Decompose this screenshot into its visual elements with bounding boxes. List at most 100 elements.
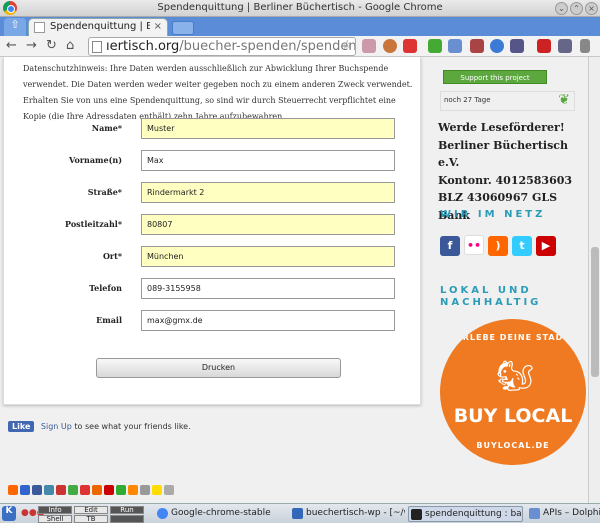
- extension-icon[interactable]: [510, 39, 524, 53]
- print-icon[interactable]: [140, 485, 150, 495]
- ort-input[interactable]: [141, 246, 395, 267]
- window-title: Spendenquittung | Berliner Büchertisch -…: [157, 2, 443, 13]
- pager-desktop-tb[interactable]: TB: [74, 515, 108, 523]
- extension-icon[interactable]: [428, 39, 442, 53]
- share-icon[interactable]: [80, 485, 90, 495]
- eyedropper-extension-icon[interactable]: [470, 39, 484, 53]
- strasse-input[interactable]: [141, 182, 395, 203]
- field-strasse: Straße*: [4, 182, 422, 204]
- home-icon[interactable]: ⌂: [66, 38, 74, 53]
- share-icon[interactable]: [116, 485, 126, 495]
- field-label: Name*: [91, 123, 122, 133]
- new-tab-button[interactable]: [172, 21, 194, 35]
- field-name: Name*: [4, 118, 422, 140]
- extension-badge-icon[interactable]: [403, 39, 417, 53]
- telefon-input[interactable]: [141, 278, 395, 299]
- tab-close-icon[interactable]: ×: [154, 21, 162, 32]
- facebook-signup-link[interactable]: Sign Up: [41, 422, 72, 431]
- task-terminal[interactable]: spendenquittung : bash -: [408, 506, 523, 522]
- tab-menu-icon[interactable]: ⇧: [4, 18, 26, 36]
- maximize-icon[interactable]: ⌃: [570, 2, 583, 15]
- support-project-button[interactable]: Support this project: [443, 70, 547, 84]
- flickr-icon[interactable]: ••: [464, 235, 484, 255]
- bank-line: Berliner Büchertisch e.V.: [438, 138, 569, 170]
- menu-icon[interactable]: [580, 39, 590, 53]
- bookmark-star-icon[interactable]: ☆: [341, 38, 353, 53]
- twitter-icon[interactable]: t: [512, 236, 532, 256]
- task-label: buechertisch-wp - [~/work: [306, 508, 405, 518]
- share-bar: [8, 485, 176, 497]
- task-editor[interactable]: buechertisch-wp - [~/work: [290, 506, 405, 522]
- vorname-input[interactable]: [141, 150, 395, 171]
- share-icon[interactable]: [68, 485, 78, 495]
- email-icon[interactable]: [164, 485, 174, 495]
- print-button[interactable]: Drucken: [96, 358, 341, 378]
- back-icon[interactable]: ←: [6, 38, 17, 53]
- postleitzahl-input[interactable]: [141, 214, 395, 235]
- task-dolphin[interactable]: APIs – Dolphin: [527, 506, 600, 522]
- rss-icon[interactable]: ): [488, 236, 508, 256]
- privacy-notice: Datenschutzhinweis: Ihre Daten werden au…: [23, 64, 413, 121]
- task-label: APIs – Dolphin: [543, 508, 600, 518]
- page-favicon-icon: [34, 22, 45, 33]
- window-titlebar: Spendenquittung | Berliner Büchertisch -…: [0, 0, 600, 17]
- field-label: Email: [96, 315, 122, 325]
- share-icon[interactable]: [92, 485, 102, 495]
- youtube-icon[interactable]: ▶: [536, 236, 556, 256]
- task-label: Google-chrome-stable: [171, 508, 271, 518]
- task-chrome[interactable]: Google-chrome-stable: [155, 506, 285, 522]
- jb-extension-icon[interactable]: [448, 39, 462, 53]
- pager-desktop-shell[interactable]: Shell: [38, 515, 72, 523]
- rss-icon[interactable]: [128, 485, 138, 495]
- favorite-star-icon[interactable]: [152, 485, 162, 495]
- close-icon[interactable]: ×: [585, 2, 598, 15]
- kde-menu-icon[interactable]: K: [2, 506, 16, 521]
- tab-spendenquittung[interactable]: Spendenquittung | Berlin ×: [28, 18, 168, 36]
- task-label: spendenquittung : bash -: [425, 509, 522, 519]
- field-label: Vorname(n): [69, 155, 122, 165]
- sidebar: Support this project noch 27 Tage ❦ Werd…: [430, 57, 586, 503]
- field-label: Telefon: [89, 283, 122, 293]
- reload-icon[interactable]: ↻: [46, 38, 57, 53]
- php-extension-icon[interactable]: [558, 39, 572, 53]
- taskbar: K ●●● Info Edit Run Shell TB Google-chro…: [0, 503, 600, 523]
- dolphin-icon: [529, 508, 540, 519]
- share-icon[interactable]: [56, 485, 66, 495]
- facebook-like-button[interactable]: Like: [8, 421, 35, 432]
- share-icon[interactable]: [44, 485, 54, 495]
- bank-line: Kontonr. 4012583603: [438, 173, 573, 187]
- days-left-box: noch 27 Tage ❦: [440, 91, 575, 111]
- extension-icon[interactable]: [537, 39, 551, 53]
- facebook-like: Like Sign Up to see what your friends li…: [8, 421, 191, 432]
- name-input[interactable]: [141, 118, 395, 139]
- field-label: Straße*: [87, 187, 122, 197]
- browser-toolbar: ← → ↻ ⌂ ıertisch.org/buecher-spenden/spe…: [0, 36, 600, 57]
- extension-icon[interactable]: [362, 39, 376, 53]
- email-input[interactable]: [141, 310, 395, 331]
- minimize-icon[interactable]: ⌄: [555, 2, 568, 15]
- local-heading-1: LOKAL UND: [440, 285, 532, 296]
- field-vorname: Vorname(n): [4, 150, 422, 172]
- share-icon[interactable]: [104, 485, 114, 495]
- extension-icon[interactable]: [490, 39, 504, 53]
- field-email: Email: [4, 310, 422, 332]
- forward-icon[interactable]: →: [26, 38, 37, 53]
- pager-desktop-run[interactable]: Run: [110, 506, 144, 514]
- pager-desktop-6[interactable]: [110, 515, 144, 523]
- facebook-share-icon[interactable]: [32, 485, 42, 495]
- pager-desktop-info[interactable]: Info: [38, 506, 72, 514]
- facebook-icon[interactable]: f: [440, 236, 460, 256]
- address-bar[interactable]: ıertisch.org/buecher-spenden/spendenquit…: [88, 37, 356, 56]
- page-scrollbar[interactable]: [588, 57, 600, 503]
- buy-local-badge[interactable]: ERLEBE DEINE STADT 🐿 BUY LOCAL BUYLOCAL.…: [440, 319, 586, 465]
- facebook-like-text: to see what your friends like.: [74, 422, 191, 431]
- buylocal-url: BUYLOCAL.DE: [476, 441, 550, 450]
- cookie-extension-icon[interactable]: [383, 39, 397, 53]
- address-url[interactable]: ıertisch.org/buecher-spenden/spendenquit…: [106, 39, 355, 54]
- pager-desktop-edit[interactable]: Edit: [74, 506, 108, 514]
- scrollbar-thumb[interactable]: [591, 247, 599, 377]
- delicious-icon[interactable]: [20, 485, 30, 495]
- share-icon[interactable]: [8, 485, 18, 495]
- buylocal-tagline: ERLEBE DEINE STADT: [456, 333, 570, 342]
- field-label: Postleitzahl*: [65, 219, 122, 229]
